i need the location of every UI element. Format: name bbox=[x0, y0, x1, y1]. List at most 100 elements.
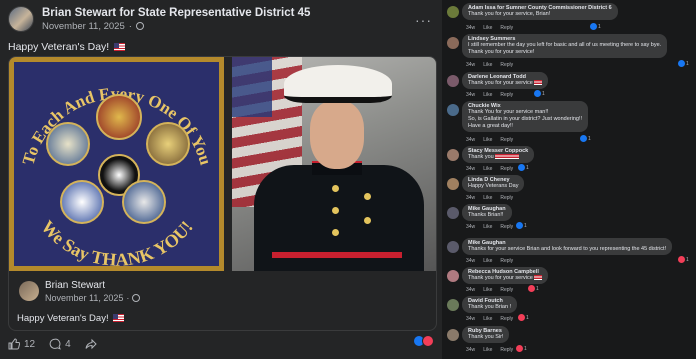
commenter-avatar[interactable] bbox=[447, 75, 459, 87]
us-flag-emoji-icon bbox=[503, 154, 512, 159]
comment-button[interactable]: 4 bbox=[49, 338, 71, 350]
like-count: 12 bbox=[24, 338, 36, 350]
commenter-avatar[interactable] bbox=[447, 6, 459, 18]
comment-reply-button[interactable]: Reply bbox=[500, 347, 513, 353]
comment-bubble: Adam Issa for Sumner County Commissioner… bbox=[462, 3, 618, 20]
comment-reactions[interactable]: 1 bbox=[518, 314, 529, 321]
comment-reactions[interactable]: 1 bbox=[516, 345, 527, 352]
commenter-avatar[interactable] bbox=[447, 207, 459, 219]
comment-reply-button[interactable]: Reply bbox=[500, 92, 513, 98]
comment-text: Thank you for your service, Brian! bbox=[468, 11, 551, 17]
comment-text: Thank You for your service man!! bbox=[468, 109, 549, 115]
like-button[interactable]: 12 bbox=[8, 338, 35, 350]
post-author[interactable]: Brian Stewart for State Representative D… bbox=[42, 7, 310, 19]
graphic-bottom-text: We Say THANK YOU! bbox=[37, 217, 196, 266]
marine-portrait-photo[interactable] bbox=[232, 57, 436, 271]
comment-reactions[interactable]: 1 bbox=[516, 222, 527, 229]
comment-reply-button[interactable]: Reply bbox=[500, 224, 513, 230]
comment-reactions[interactable]: 1 bbox=[678, 60, 689, 67]
reaction-count: 1 bbox=[542, 90, 545, 97]
shared-post-text-content: Happy Veteran's Day! bbox=[17, 313, 109, 324]
thank-you-veterans-graphic[interactable]: To Each And Every One Of You We Say THAN… bbox=[9, 57, 224, 271]
reaction-count: 1 bbox=[598, 23, 601, 30]
comment-like-button[interactable]: Like bbox=[483, 258, 492, 264]
uniform-button bbox=[332, 207, 339, 214]
comment-like-button[interactable]: Like bbox=[483, 287, 492, 293]
shared-author-name[interactable]: Brian Stewart bbox=[45, 280, 105, 291]
shared-post-date[interactable]: November 11, 2025 bbox=[45, 293, 123, 303]
comment-actions: 34w Like Reply bbox=[466, 92, 513, 98]
page-avatar[interactable] bbox=[8, 6, 34, 32]
comment-like-button[interactable]: Like bbox=[483, 224, 492, 230]
like-reaction-icon bbox=[580, 135, 587, 142]
uniform-button bbox=[332, 185, 339, 192]
comment-like-button[interactable]: Like bbox=[483, 62, 492, 68]
commenter-avatar[interactable] bbox=[447, 329, 459, 341]
reaction-count: 1 bbox=[526, 164, 529, 171]
comment-actions: 34w Like Reply bbox=[466, 166, 513, 172]
post-action-bar: 12 4 bbox=[8, 335, 438, 353]
comment-like-button[interactable]: Like bbox=[483, 92, 492, 98]
comment-item: Adam Issa for Sumner County Commissioner… bbox=[444, 3, 696, 31]
comment-item: Darlene Leonard Todd Thank you for your … bbox=[444, 72, 696, 98]
comment-like-button[interactable]: Like bbox=[483, 137, 492, 143]
comments-panel: Adam Issa for Sumner County Commissioner… bbox=[442, 0, 696, 359]
comment-count: 4 bbox=[65, 338, 71, 350]
shared-post-card[interactable]: To Each And Every One Of You We Say THAN… bbox=[8, 56, 437, 331]
comment-time[interactable]: 34w bbox=[466, 62, 475, 68]
comment-reactions[interactable]: 1 bbox=[518, 164, 529, 171]
comment-time[interactable]: 34w bbox=[466, 347, 475, 353]
coast-guard-emblem-icon bbox=[122, 180, 166, 224]
comment-like-button[interactable]: Like bbox=[483, 166, 492, 172]
share-button[interactable] bbox=[85, 338, 97, 350]
commenter-avatar[interactable] bbox=[447, 178, 459, 190]
comment-like-button[interactable]: Like bbox=[483, 195, 492, 201]
comment-reactions[interactable]: 1 bbox=[528, 285, 539, 292]
comment-text-content: Thank you for your service bbox=[468, 275, 533, 281]
navy-emblem-icon bbox=[146, 122, 190, 166]
comment-reply-button[interactable]: Reply bbox=[500, 62, 513, 68]
comment-time[interactable]: 34w bbox=[466, 287, 475, 293]
comment-time[interactable]: 34w bbox=[466, 137, 475, 143]
comment-reply-button[interactable]: Reply bbox=[500, 287, 513, 293]
comment-text: Thank you for your service! bbox=[468, 49, 535, 55]
comment-reply-button[interactable]: Reply bbox=[500, 25, 513, 31]
reaction-summary[interactable] bbox=[413, 335, 434, 347]
comment-item: Stacy Messer Coppock Thank you 34w Like … bbox=[444, 146, 696, 172]
commenter-avatar[interactable] bbox=[447, 37, 459, 49]
comment-reactions[interactable]: 1 bbox=[534, 90, 545, 97]
commenter-avatar[interactable] bbox=[447, 149, 459, 161]
comment-time[interactable]: 34w bbox=[466, 316, 475, 322]
comment-time[interactable]: 34w bbox=[466, 224, 475, 230]
comment-time[interactable]: 34w bbox=[466, 195, 475, 201]
commenter-avatar[interactable] bbox=[447, 270, 459, 282]
comment-like-button[interactable]: Like bbox=[483, 347, 492, 353]
comment-bubble-icon bbox=[49, 338, 61, 350]
comment-like-button[interactable]: Like bbox=[483, 25, 492, 31]
comment-time[interactable]: 34w bbox=[466, 258, 475, 264]
shared-author-avatar[interactable] bbox=[19, 281, 39, 301]
comment-reactions[interactable]: 1 bbox=[590, 23, 601, 30]
post-date[interactable]: November 11, 2025 bbox=[42, 21, 125, 32]
shared-post-text: Happy Veteran's Day! bbox=[17, 313, 125, 324]
comment-reply-button[interactable]: Reply bbox=[500, 166, 513, 172]
comment-actions: 34w Like Reply bbox=[466, 316, 513, 322]
comment-reply-button[interactable]: Reply bbox=[500, 195, 513, 201]
comment-like-button[interactable]: Like bbox=[483, 316, 492, 322]
commenter-avatar[interactable] bbox=[447, 241, 459, 253]
comment-reactions[interactable]: 1 bbox=[580, 135, 591, 142]
commenter-avatar[interactable] bbox=[447, 299, 459, 311]
comment-reply-button[interactable]: Reply bbox=[500, 137, 513, 143]
comment-reply-button[interactable]: Reply bbox=[500, 316, 513, 322]
comment-reply-button[interactable]: Reply bbox=[500, 258, 513, 264]
comment-time[interactable]: 34w bbox=[466, 166, 475, 172]
marines-emblem-icon bbox=[96, 94, 142, 140]
commenter-avatar[interactable] bbox=[447, 104, 459, 116]
more-options-icon[interactable]: ··· bbox=[415, 12, 432, 28]
comment-time[interactable]: 34w bbox=[466, 92, 475, 98]
globe-icon bbox=[135, 22, 144, 30]
comment-time[interactable]: 34w bbox=[466, 25, 475, 31]
comment-text: Thank you Brian ! bbox=[468, 304, 512, 310]
comment-text: I still remember the day you left for ba… bbox=[468, 42, 662, 48]
comment-reactions[interactable]: 1 bbox=[678, 256, 689, 263]
